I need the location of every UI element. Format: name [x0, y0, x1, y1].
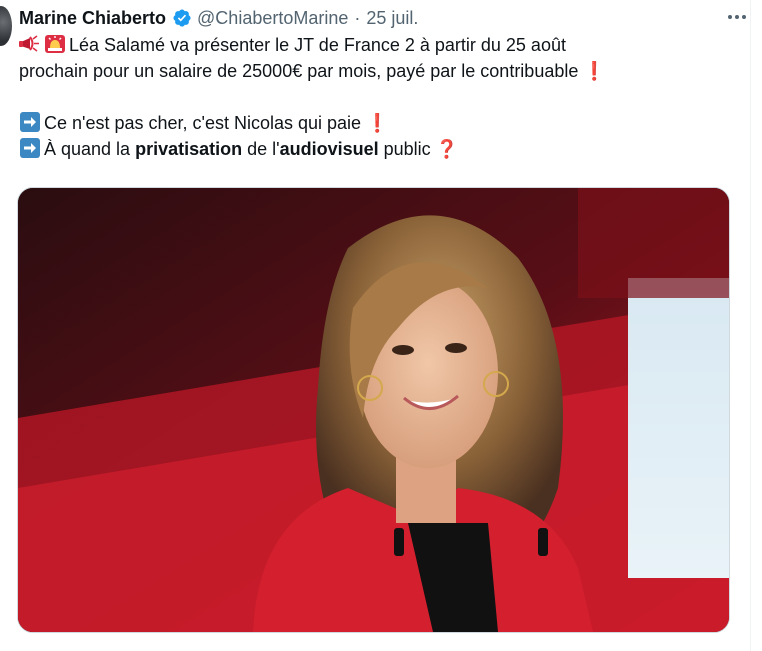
siren-icon — [44, 34, 66, 61]
tweet-line-4-bold-privatisation: privatisation — [135, 139, 243, 159]
more-options-icon[interactable] — [724, 6, 750, 28]
tweet-line-1: Léa Salamé va présenter le JT de France … — [19, 32, 742, 58]
tweet-line-4: À quand la privatisation de l'audiovisue… — [19, 136, 742, 162]
tweet-text: Léa Salamé va présenter le JT de France … — [19, 32, 742, 162]
megaphone-icon — [19, 34, 41, 61]
tweet-line-4-text-c: de l' — [242, 139, 280, 159]
tweet-line-1-text: Léa Salamé va présenter le JT de France … — [69, 35, 566, 55]
separator-dot: · — [354, 7, 361, 28]
tweet-line-2-text: prochain pour un salaire de 25000€ par m… — [19, 61, 579, 81]
author-name[interactable]: Marine Chiaberto — [19, 8, 166, 29]
tweet-line-4-bold-audiovisuel: audiovisuel — [279, 139, 379, 159]
tweet-line-3: Ce n'est pas cher, c'est Nicolas qui pai… — [19, 110, 742, 136]
right-arrow-icon — [19, 138, 41, 165]
right-arrow-icon — [19, 112, 41, 139]
exclamation-icon: ❗ — [583, 61, 606, 81]
avatar[interactable] — [0, 6, 12, 46]
tweet-header: Marine Chiaberto @ChiabertoMarine · 25 j… — [19, 6, 742, 30]
tweet-date[interactable]: 25 juil. — [366, 8, 418, 29]
scrollbar-track — [750, 0, 751, 651]
verified-badge-icon — [172, 8, 192, 28]
tweet-line-2: prochain pour un salaire de 25000€ par m… — [19, 58, 742, 84]
photo-illustration — [18, 188, 729, 632]
question-icon: ❓ — [435, 139, 459, 159]
tweet-line-4-text-e: public — [378, 139, 431, 159]
tweet-line-3-text: Ce n'est pas cher, c'est Nicolas qui pai… — [44, 113, 362, 133]
exclamation-icon: ❗ — [366, 113, 389, 133]
tweet-media-photo[interactable] — [17, 187, 730, 633]
author-handle[interactable]: @ChiabertoMarine — [197, 8, 348, 29]
tweet-line-4-text-a: À quand la — [44, 139, 136, 159]
